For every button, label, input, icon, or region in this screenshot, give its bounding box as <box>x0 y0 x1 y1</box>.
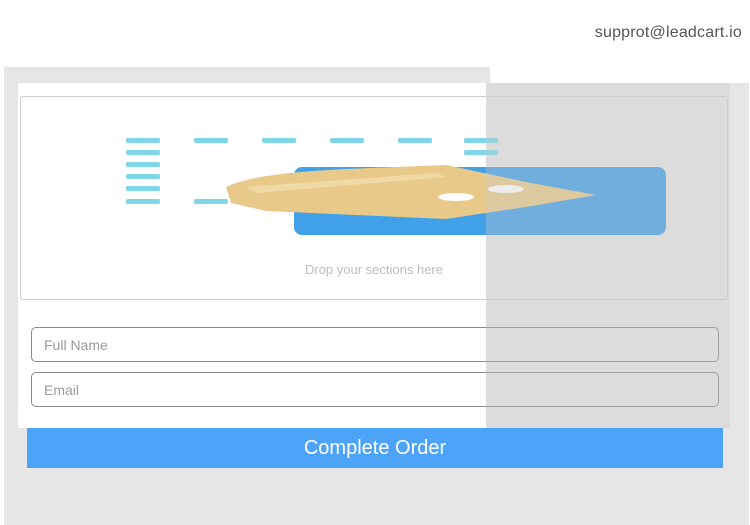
drag-drop-illustration-icon <box>126 138 666 235</box>
complete-order-button[interactable]: Complete Order <box>27 428 723 468</box>
full-name-input[interactable] <box>31 327 719 362</box>
drop-zone-hint: Drop your sections here <box>304 262 443 277</box>
email-input[interactable] <box>31 372 719 407</box>
drop-zone[interactable]: Drop your sections here <box>20 96 728 300</box>
support-email[interactable]: supprot@leadcart.io <box>595 24 742 42</box>
panel-corner <box>490 67 750 83</box>
